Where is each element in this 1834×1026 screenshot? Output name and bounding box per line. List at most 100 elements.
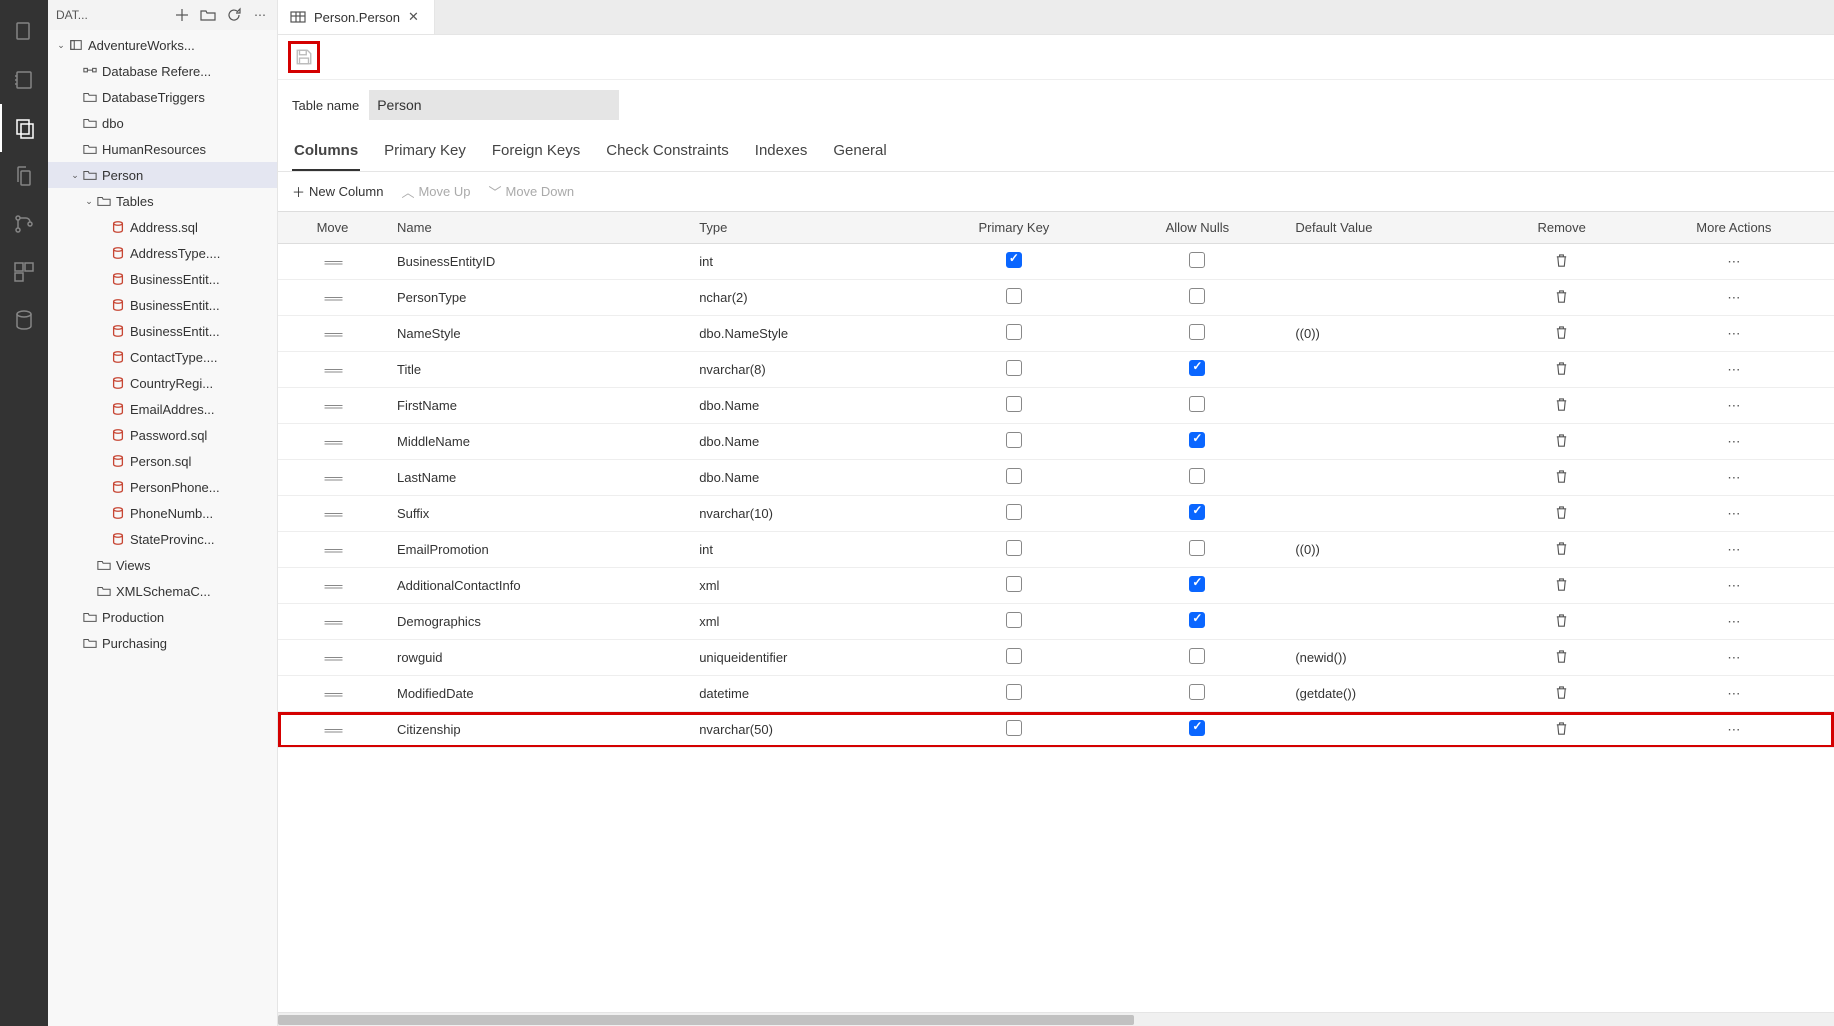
drag-handle-icon[interactable]: ══ [325,470,341,486]
table-row[interactable]: ══FirstNamedbo.Name⋯ [278,388,1834,424]
default-cell[interactable] [1285,712,1489,748]
drag-handle-icon[interactable]: ══ [325,686,341,702]
tree-item[interactable]: BusinessEntit... [48,292,277,318]
activity-copy[interactable] [0,152,48,200]
name-cell[interactable]: MiddleName [387,424,689,460]
allow-nulls-checkbox[interactable] [1189,720,1205,736]
tree-item[interactable]: DatabaseTriggers [48,84,277,110]
name-cell[interactable]: NameStyle [387,316,689,352]
table-row[interactable]: ══ Demographicsxml ⋯ [278,604,1834,640]
drag-handle-icon[interactable]: ══ [325,254,341,270]
allow-nulls-checkbox[interactable] [1189,252,1205,268]
tree-item[interactable]: Address.sql [48,214,277,240]
table-row[interactable]: ══AdditionalContactInfoxml⋯ [278,568,1834,604]
allow-nulls-checkbox[interactable] [1189,684,1205,700]
more-actions-icon[interactable]: ⋯ [1727,506,1740,521]
default-cell[interactable] [1285,388,1489,424]
tree-item[interactable]: BusinessEntit... [48,318,277,344]
trash-icon[interactable] [1554,364,1569,379]
drag-handle-icon[interactable]: ══ [325,542,341,558]
activity-extensions[interactable] [0,248,48,296]
save-button[interactable] [290,43,318,71]
default-cell[interactable] [1285,244,1489,280]
table-row[interactable]: ══ModifiedDatedatetime(getdate())⋯ [278,676,1834,712]
more-actions-icon[interactable]: ⋯ [1727,362,1740,377]
move-down-button[interactable]: ﹀Move Down [488,182,574,201]
primary-key-checkbox[interactable] [1006,684,1022,700]
type-cell[interactable]: xml [689,604,918,640]
tree-item[interactable]: Production [48,604,277,630]
trash-icon[interactable] [1554,472,1569,487]
default-cell[interactable]: ((0)) [1285,316,1489,352]
allow-nulls-checkbox[interactable] [1189,540,1205,556]
more-actions-icon[interactable]: ⋯ [1727,722,1740,737]
subtab-general[interactable]: General [831,134,888,171]
more-actions-icon[interactable]: ⋯ [1727,578,1740,593]
more-actions-icon[interactable]: ⋯ [1727,650,1740,665]
trash-icon[interactable] [1554,400,1569,415]
more-actions-icon[interactable]: ⋯ [1727,326,1740,341]
primary-key-checkbox[interactable] [1006,504,1022,520]
drag-handle-icon[interactable]: ══ [325,650,341,666]
more-actions-icon[interactable]: ⋯ [1727,254,1740,269]
allow-nulls-checkbox[interactable] [1189,432,1205,448]
default-cell[interactable] [1285,352,1489,388]
table-row[interactable]: ══PersonTypenchar(2)⋯ [278,280,1834,316]
table-row[interactable]: ══BusinessEntityIDint⋯ [278,244,1834,280]
table-row[interactable]: ══MiddleNamedbo.Name⋯ [278,424,1834,460]
primary-key-checkbox[interactable] [1006,720,1022,736]
allow-nulls-checkbox[interactable] [1189,288,1205,304]
new-column-button[interactable]: ＋New Column [292,182,383,201]
default-cell[interactable] [1285,460,1489,496]
type-cell[interactable]: dbo.Name [689,388,918,424]
drag-handle-icon[interactable]: ══ [325,722,341,738]
type-cell[interactable]: int [689,244,918,280]
name-cell[interactable]: Suffix [387,496,689,532]
allow-nulls-checkbox[interactable] [1189,360,1205,376]
trash-icon[interactable] [1554,292,1569,307]
drag-handle-icon[interactable]: ══ [325,398,341,414]
trash-icon[interactable] [1554,688,1569,703]
more-actions-icon[interactable]: ⋯ [1727,434,1740,449]
type-cell[interactable]: xml [689,568,918,604]
primary-key-checkbox[interactable] [1006,324,1022,340]
table-name-input[interactable] [369,90,619,120]
refresh-icon[interactable] [225,6,243,24]
subtab-foreign-keys[interactable]: Foreign Keys [490,134,582,171]
type-cell[interactable]: nvarchar(8) [689,352,918,388]
primary-key-checkbox[interactable] [1006,432,1022,448]
primary-key-checkbox[interactable] [1006,648,1022,664]
drag-handle-icon[interactable]: ══ [325,614,341,630]
tree-item[interactable]: EmailAddres... [48,396,277,422]
more-actions-icon[interactable]: ⋯ [1727,470,1740,485]
trash-icon[interactable] [1554,616,1569,631]
type-cell[interactable]: dbo.Name [689,460,918,496]
name-cell[interactable]: LastName [387,460,689,496]
table-row[interactable]: ══NameStyledbo.NameStyle((0))⋯ [278,316,1834,352]
more-actions-icon[interactable]: ⋯ [1727,614,1740,629]
add-icon[interactable] [173,6,191,24]
allow-nulls-checkbox[interactable] [1189,612,1205,628]
subtab-primary-key[interactable]: Primary Key [382,134,468,171]
type-cell[interactable]: dbo.Name [689,424,918,460]
name-cell[interactable]: Citizenship [387,712,689,748]
allow-nulls-checkbox[interactable] [1189,576,1205,592]
editor-tab[interactable]: Person.Person ✕ [278,0,435,34]
trash-icon[interactable] [1554,580,1569,595]
allow-nulls-checkbox[interactable] [1189,468,1205,484]
activity-notebook[interactable] [0,56,48,104]
name-cell[interactable]: Title [387,352,689,388]
tree-item[interactable]: AddressType.... [48,240,277,266]
drag-handle-icon[interactable]: ══ [325,506,341,522]
tree-item[interactable]: Views [48,552,277,578]
primary-key-checkbox[interactable] [1006,288,1022,304]
trash-icon[interactable] [1554,508,1569,523]
subtab-indexes[interactable]: Indexes [753,134,810,171]
name-cell[interactable]: EmailPromotion [387,532,689,568]
tree-item[interactable]: StateProvinc... [48,526,277,552]
primary-key-checkbox[interactable] [1006,396,1022,412]
default-cell[interactable] [1285,280,1489,316]
default-cell[interactable] [1285,496,1489,532]
name-cell[interactable]: Demographics [387,604,689,640]
trash-icon[interactable] [1554,724,1569,739]
